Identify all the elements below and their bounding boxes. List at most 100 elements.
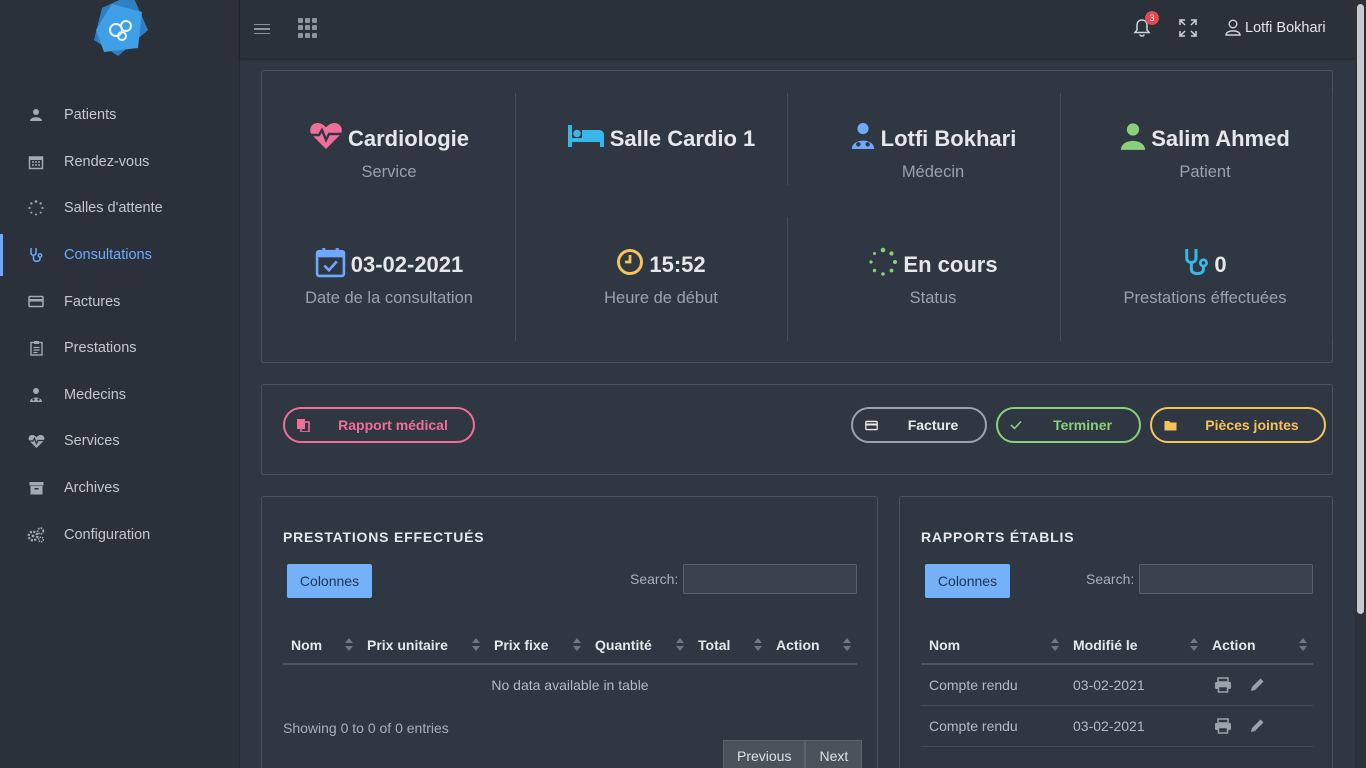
credit-card-icon [27, 293, 45, 311]
row-date: 03-02-2021 [1065, 705, 1204, 747]
stethoscope-icon [1183, 247, 1214, 283]
scrollbar-thumb[interactable] [1357, 4, 1364, 614]
search-label: Search: [630, 571, 679, 587]
sort-icon [472, 638, 480, 652]
sidebar-item-label: Archives [64, 480, 120, 497]
sidebar-item-archives[interactable]: Archives [0, 465, 240, 512]
rapport-medical-button[interactable]: Rapport médical [283, 407, 475, 443]
folder-icon [1152, 420, 1188, 431]
calendar-icon [27, 153, 45, 171]
column-header[interactable]: Quantité [587, 626, 690, 665]
app-logo[interactable] [92, 0, 148, 56]
date-value: 03-02-2021 [350, 252, 464, 277]
column-header[interactable]: Modifié le [1065, 626, 1204, 665]
consultation-info-card: Cardiologie Service Salle Cardio 1 Lotfi… [261, 70, 1333, 363]
print-icon[interactable] [1212, 715, 1234, 737]
sidebar-item-factures[interactable]: Factures [0, 278, 240, 325]
column-header[interactable]: Nom [283, 626, 359, 665]
info-status: En cours Status [797, 247, 1069, 308]
actions-card: Rapport médical Facture Terminer Pièces … [261, 384, 1333, 475]
sort-icon [1299, 638, 1307, 652]
info-heure: 15:52 Heure de début [525, 249, 797, 308]
print-icon[interactable] [1212, 674, 1234, 696]
status-label: Status [909, 289, 957, 307]
colonnes-button[interactable]: Colonnes [287, 564, 372, 598]
terminer-button[interactable]: Terminer [996, 407, 1141, 443]
service-label: Service [361, 163, 417, 181]
info-medecin: Lotfi Bokhari Médecin [797, 123, 1069, 182]
apps-grid-icon[interactable] [298, 18, 318, 38]
doctor-icon [27, 386, 45, 404]
check-icon [998, 420, 1034, 430]
sidebar-item-consultations[interactable]: Consultations [0, 232, 240, 279]
table-info: Showing 0 to 0 of 0 entries [283, 720, 449, 736]
heartbeat-icon [27, 432, 45, 450]
info-service: Cardiologie Service [253, 123, 525, 182]
next-button[interactable]: Next [805, 740, 863, 768]
patient-label: Patient [1179, 163, 1231, 181]
empty-table-message: No data available in table [491, 677, 649, 693]
column-header[interactable]: Nom [921, 626, 1065, 665]
sort-icon [345, 638, 353, 652]
sidebar-item-rendez-vous[interactable]: Rendez-vous [0, 139, 240, 186]
colonnes-button[interactable]: Colonnes [925, 564, 1010, 598]
user-menu[interactable]: Lotfi Bokhari [1225, 19, 1326, 37]
search-label: Search: [1086, 571, 1135, 587]
column-header[interactable]: Prix unitaire [359, 626, 486, 665]
prestations-panel: PRESTATIONS EFFECTUÉS Colonnes Search: N… [261, 496, 878, 768]
sidebar-item-label: Consultations [64, 247, 152, 264]
fullscreen-icon[interactable] [1179, 19, 1197, 37]
column-header[interactable]: Action [768, 626, 857, 665]
sort-icon [676, 638, 684, 652]
sort-icon [1190, 638, 1198, 652]
sidebar-item-prestations[interactable]: Prestations [0, 325, 240, 372]
column-header[interactable]: Total [690, 626, 768, 665]
sort-icon [843, 638, 851, 652]
rapports-table: Nom Modifié le Action Compte rendu 03-02… [921, 626, 1313, 747]
column-header[interactable]: Prix fixe [486, 626, 587, 665]
service-value: Cardiologie [347, 126, 469, 151]
sort-icon [573, 638, 581, 652]
medecin-value: Lotfi Bokhari [880, 126, 1017, 151]
facture-button[interactable]: Facture [851, 407, 987, 443]
user-icon [1120, 122, 1151, 156]
search-input[interactable] [1139, 564, 1313, 594]
page-scrollbar[interactable] [1355, 0, 1366, 768]
rapports-panel: RAPPORTS ÉTABLIS Colonnes Search: Nom Mo… [899, 496, 1333, 768]
sidebar-item-label: Prestations [64, 340, 137, 357]
medecin-label: Médecin [901, 163, 965, 181]
calendar-check-icon [315, 247, 351, 284]
info-salle: Salle Cardio 1 [525, 123, 797, 155]
row-nom: Compte rendu [921, 664, 1065, 706]
info-prestations: 0 Prestations éffectuées [1069, 249, 1341, 308]
gears-icon [27, 526, 45, 544]
clock-icon [616, 248, 649, 282]
bed-icon [567, 124, 610, 154]
search-input[interactable] [683, 564, 857, 594]
edit-pencil-icon[interactable] [1246, 674, 1268, 696]
sidebar-nav: Patients Rendez-vous Salles d'attente Co… [0, 92, 240, 558]
sidebar-item-label: Services [64, 433, 120, 450]
date-label: Date de la consultation [305, 289, 473, 307]
sidebar-item-label: Patients [64, 107, 117, 124]
sidebar-item-configuration[interactable]: Configuration [0, 511, 240, 558]
stethoscope-icon [27, 246, 45, 264]
sidebar-item-label: Configuration [64, 526, 151, 543]
pieces-jointes-button[interactable]: Pièces jointes [1150, 407, 1326, 443]
sidebar-item-patients[interactable]: Patients [0, 92, 240, 139]
previous-button[interactable]: Previous [723, 740, 806, 768]
column-header[interactable]: Action [1204, 626, 1313, 665]
info-patient: Salim Ahmed Patient [1069, 123, 1341, 182]
user-icon [27, 106, 45, 124]
clipboard-icon [27, 339, 45, 357]
sidebar-item-medecins[interactable]: Medecins [0, 372, 240, 419]
sidebar-item-services[interactable]: Services [0, 418, 240, 465]
edit-pencil-icon[interactable] [1246, 715, 1268, 737]
sidebar-item-label: Rendez-vous [64, 153, 150, 170]
notification-badge: 3 [1145, 11, 1159, 25]
salle-value: Salle Cardio 1 [609, 126, 756, 151]
table-row: Compte rendu 03-02-2021 [921, 705, 1313, 747]
sidebar-item-salles-attente[interactable]: Salles d'attente [0, 185, 240, 232]
hamburger-menu-icon[interactable] [254, 19, 270, 39]
spinner-icon [868, 247, 903, 283]
